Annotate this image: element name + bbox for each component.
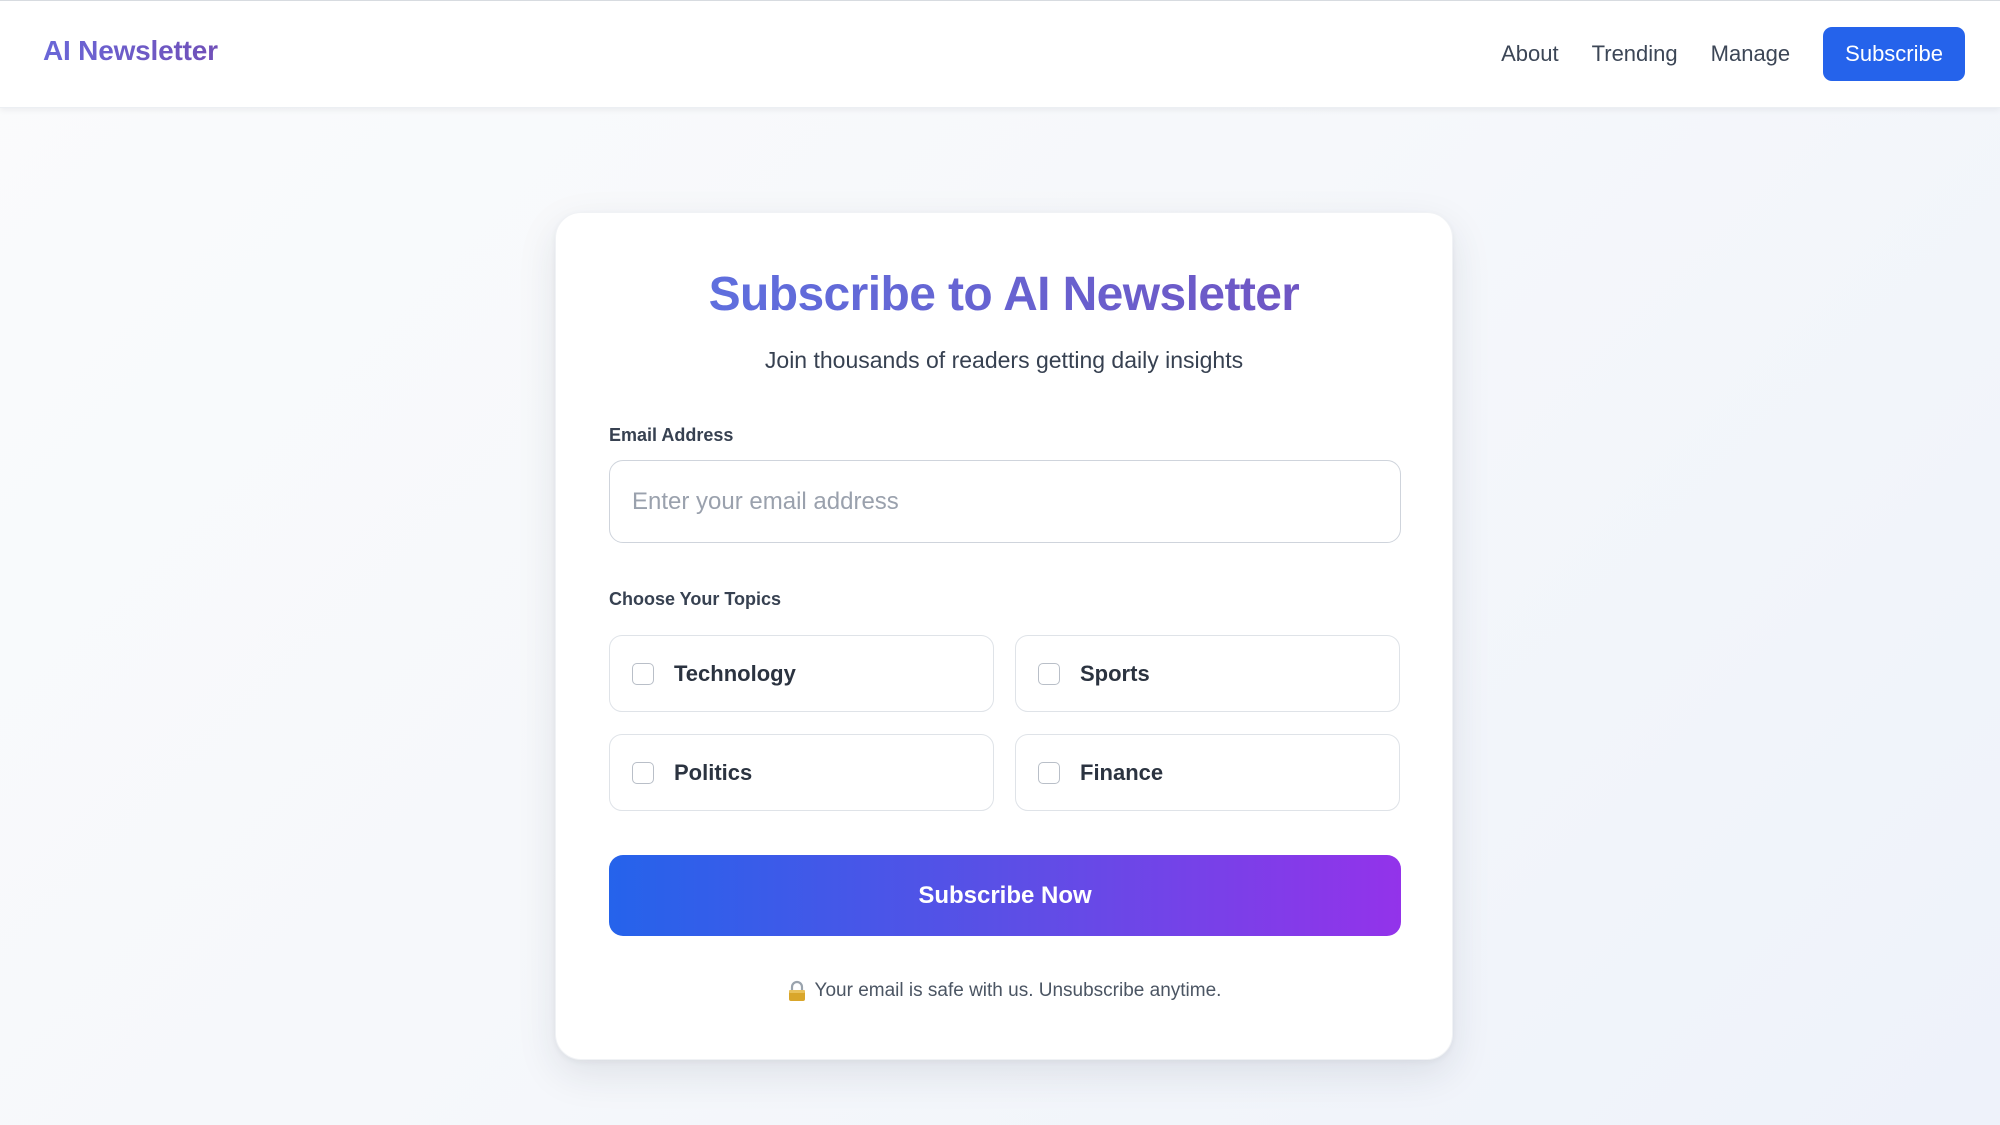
topic-checkbox[interactable]	[1038, 761, 1060, 784]
privacy-note-text: Your email is safe with us. Unsubscribe …	[814, 980, 1222, 1001]
nav-link-trending[interactable]: Trending	[1592, 41, 1678, 67]
subscribe-nav-button[interactable]: Subscribe	[1823, 27, 1965, 81]
topic-label: Politics	[674, 759, 753, 785]
topic-option-sports[interactable]: Sports	[1015, 635, 1400, 712]
topic-option-politics[interactable]: Politics	[609, 734, 994, 811]
form-subtitle: Join thousands of readers getting daily …	[764, 347, 1244, 373]
email-input[interactable]	[609, 460, 1401, 543]
topic-option-finance[interactable]: Finance	[1015, 734, 1400, 811]
topic-label: Sports	[1080, 660, 1150, 686]
topic-checkbox[interactable]	[1038, 662, 1060, 685]
top-navigation-bar: AI Newsletter About Trending Manage Subs…	[0, 0, 2000, 108]
nav-link-about[interactable]: About	[1501, 41, 1559, 67]
topic-checkbox[interactable]	[632, 662, 654, 685]
subscribe-now-button[interactable]: Subscribe Now	[609, 855, 1401, 936]
privacy-note: Your email is safe with us. Unsubscribe …	[556, 980, 1452, 1002]
email-label: Email Address	[609, 425, 734, 445]
brand-logo[interactable]: AI Newsletter	[43, 35, 218, 67]
topic-checkbox[interactable]	[632, 761, 654, 784]
nav-links: About Trending Manage Subscribe	[1501, 27, 1965, 81]
lock-icon	[787, 980, 807, 1002]
subscribe-card: Subscribe to AI Newsletter Join thousand…	[555, 212, 1453, 1060]
topic-label: Technology	[674, 660, 796, 686]
topics-label: Choose Your Topics	[609, 589, 782, 609]
nav-link-manage[interactable]: Manage	[1711, 41, 1791, 67]
topic-label: Finance	[1080, 759, 1164, 785]
form-title: Subscribe to AI Newsletter	[708, 268, 1300, 321]
topic-option-technology[interactable]: Technology	[609, 635, 994, 712]
